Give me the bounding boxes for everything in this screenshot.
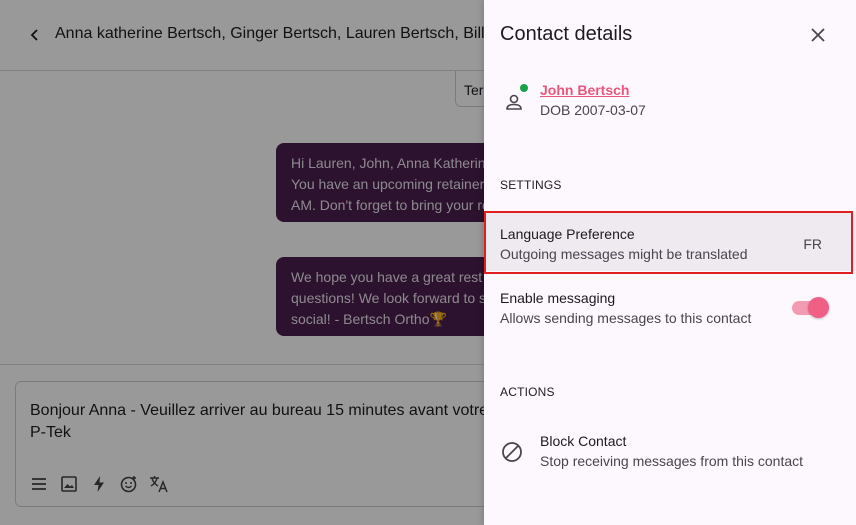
- toggle-thumb: [808, 297, 829, 318]
- language-value: FR: [803, 236, 822, 252]
- block-contact-item[interactable]: Block Contact Stop receiving messages fr…: [484, 420, 856, 480]
- contact-details-panel: Contact details John Bertsch DOB 2007-03…: [484, 0, 856, 525]
- enable-messaging-toggle[interactable]: [792, 297, 829, 318]
- language-preference-item[interactable]: Language Preference Outgoing messages mi…: [484, 213, 856, 271]
- person-icon: [506, 94, 522, 110]
- block-icon: [502, 442, 522, 462]
- block-contact-subtitle: Stop receiving messages from this contac…: [540, 453, 804, 469]
- panel-title: Contact details: [500, 23, 633, 45]
- settings-section-label: SETTINGS: [500, 178, 562, 192]
- close-icon: [811, 28, 825, 42]
- language-preference-subtitle: Outgoing messages might be translated: [500, 246, 748, 262]
- language-preference-title: Language Preference: [500, 226, 635, 242]
- contact-row: John Bertsch DOB 2007-03-07: [484, 78, 856, 126]
- block-contact-title: Block Contact: [540, 433, 627, 449]
- close-button[interactable]: [806, 23, 830, 47]
- enable-messaging-subtitle: Allows sending messages to this contact: [500, 310, 752, 326]
- contact-name-link[interactable]: John Bertsch: [540, 82, 629, 98]
- online-status-dot: [520, 84, 528, 92]
- actions-section-label: ACTIONS: [500, 385, 555, 399]
- contact-dob: DOB 2007-03-07: [540, 102, 646, 118]
- enable-messaging-item: Enable messaging Allows sending messages…: [484, 277, 856, 337]
- enable-messaging-title: Enable messaging: [500, 290, 616, 306]
